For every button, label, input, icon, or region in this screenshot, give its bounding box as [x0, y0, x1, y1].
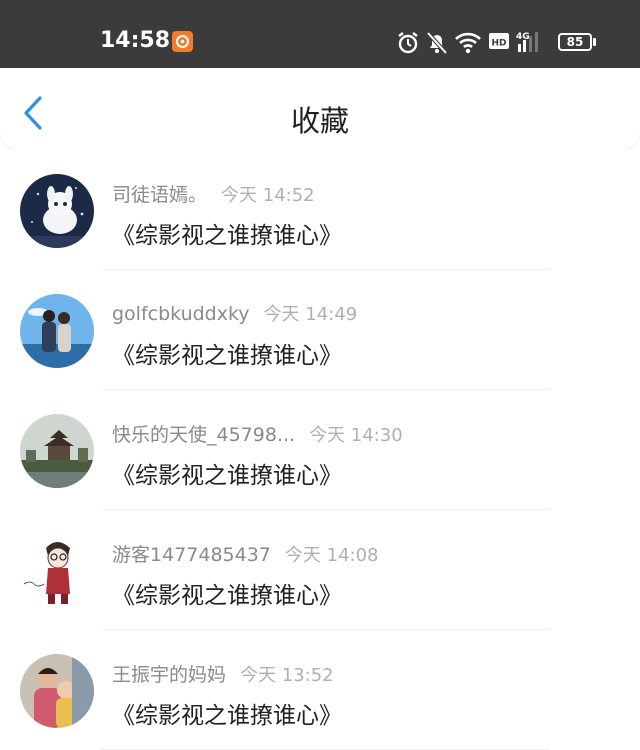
avatar[interactable] [20, 174, 94, 248]
book-title[interactable]: 《综影视之谁撩谁心》 [112, 336, 342, 370]
4g-signal-icon: 4G [516, 32, 538, 52]
username[interactable]: 游客1477485437 [112, 544, 271, 566]
avatar[interactable] [20, 534, 94, 608]
item-meta: 游客1477485437 今天 14:08 [112, 540, 379, 567]
wifi-icon [455, 32, 481, 54]
svg-text:4G: 4G [516, 32, 530, 42]
username[interactable]: golfcbkuddxky [112, 303, 250, 325]
alarm-icon [398, 32, 418, 54]
avatar[interactable] [20, 294, 94, 368]
username[interactable]: 王振宇的妈妈 [112, 664, 226, 686]
mute-icon [426, 31, 448, 55]
page-title: 收藏 [290, 104, 349, 138]
list-item[interactable]: 游客1477485437 今天 14:08 《综影视之谁撩谁心》 [0, 510, 640, 630]
battery-tip [593, 38, 596, 46]
item-meta: 快乐的天使_45798... 今天 14:30 [112, 420, 403, 447]
book-title[interactable]: 《综影视之谁撩谁心》 [112, 576, 342, 610]
book-title[interactable]: 《综影视之谁撩谁心》 [112, 216, 342, 250]
app-notification-icon [172, 31, 193, 52]
item-meta: 司徒语嫣。 今天 14:52 [112, 180, 315, 207]
list-item[interactable]: 王振宇的妈妈 今天 13:52 《综影视之谁撩谁心》 [0, 630, 640, 750]
list-item[interactable]: golfcbkuddxky 今天 14:49 《综影视之谁撩谁心》 [0, 270, 640, 390]
hd-icon: HD [489, 33, 509, 49]
status-bar: 14:58 HD 4G 85 [0, 0, 640, 68]
timestamp: 今天 14:49 [263, 304, 358, 325]
header: 收藏 [0, 68, 640, 150]
list-item[interactable]: 快乐的天使_45798... 今天 14:30 《综影视之谁撩谁心》 [0, 390, 640, 510]
favorites-list: 司徒语嫣。 今天 14:52 《综影视之谁撩谁心》 golfcbkuddxky 今天… [0, 150, 640, 750]
svg-text:HD: HD [491, 39, 506, 49]
avatar[interactable] [20, 414, 94, 488]
item-meta: 王振宇的妈妈 今天 13:52 [112, 660, 334, 687]
timestamp: 今天 14:08 [284, 545, 379, 566]
timestamp: 今天 14:30 [309, 425, 403, 446]
item-meta: golfcbkuddxky 今天 14:49 [112, 300, 357, 326]
timestamp: 今天 14:52 [221, 185, 315, 206]
status-time: 14:58 [100, 28, 171, 53]
book-title[interactable]: 《综影视之谁撩谁心》 [112, 696, 342, 730]
battery-icon: 85 [558, 33, 592, 51]
username[interactable]: 快乐的天使_45798... [112, 424, 295, 446]
book-title[interactable]: 《综影视之谁撩谁心》 [112, 456, 342, 490]
username[interactable]: 司徒语嫣。 [112, 184, 207, 206]
avatar[interactable] [20, 654, 94, 728]
timestamp: 今天 13:52 [240, 665, 334, 686]
list-item[interactable]: 司徒语嫣。 今天 14:52 《综影视之谁撩谁心》 [0, 150, 640, 270]
